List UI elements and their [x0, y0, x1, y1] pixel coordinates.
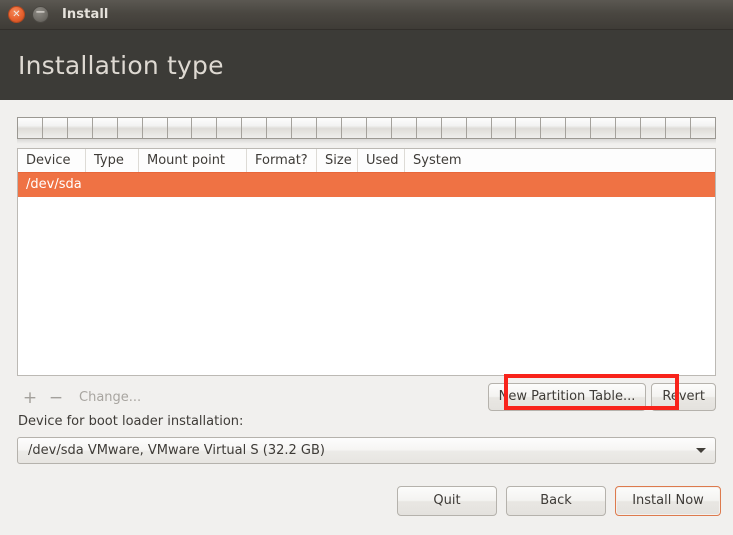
- add-partition-button[interactable]: +: [17, 382, 43, 414]
- disk-usage-segment: [641, 118, 666, 138]
- partition-table-header: Device Type Mount point Format? Size Used Syst…: [18, 148, 715, 173]
- table-row[interactable]: /dev/sda: [18, 173, 715, 197]
- revert-button[interactable]: Revert: [651, 383, 716, 411]
- disk-usage-segment: [43, 118, 68, 138]
- install-window: ✕ − Install Installation type Device Type…: [0, 0, 733, 535]
- disk-usage-segment: [217, 118, 243, 138]
- close-icon[interactable]: ✕: [8, 6, 25, 23]
- page-title: Installation type: [18, 50, 224, 80]
- disk-usage-segment: [566, 118, 592, 138]
- remove-partition-button[interactable]: −: [43, 382, 69, 414]
- disk-usage-segment: [342, 118, 367, 138]
- minimize-icon[interactable]: −: [32, 6, 49, 23]
- new-partition-table-button[interactable]: New Partition Table...: [487, 383, 647, 411]
- disk-usage-segment: [367, 118, 392, 138]
- change-partition-button[interactable]: Change...: [79, 382, 141, 414]
- disk-usage-segment: [292, 118, 318, 138]
- column-header-used[interactable]: Used: [358, 149, 405, 172]
- partition-toolbar-left: + − Change...: [17, 382, 141, 414]
- disk-usage-segment: [541, 118, 567, 138]
- partition-toolbar-right: New Partition Table... Revert: [487, 383, 716, 411]
- disk-usage-bar[interactable]: [17, 117, 716, 139]
- disk-usage-segment: [442, 118, 467, 138]
- column-header-mount[interactable]: Mount point: [139, 149, 247, 172]
- window-title: Install: [62, 7, 109, 22]
- disk-usage-segment: [267, 118, 293, 138]
- quit-button[interactable]: Quit: [397, 486, 497, 516]
- partition-table-body[interactable]: /dev/sda: [18, 173, 715, 197]
- disk-usage-segment: [492, 118, 517, 138]
- column-header-format[interactable]: Format?: [247, 149, 317, 172]
- bootloader-device-select[interactable]: /dev/sda VMware, VMware Virtual S (32.2 …: [17, 437, 716, 464]
- disk-usage-segment: [242, 118, 268, 138]
- disk-usage-segment: [417, 118, 442, 138]
- chevron-down-icon[interactable]: [687, 448, 715, 453]
- table-cell-device: /dev/sda: [26, 177, 82, 192]
- disk-usage-segment: [118, 118, 143, 138]
- disk-usage-segment: [616, 118, 642, 138]
- bootloader-device-value: /dev/sda VMware, VMware Virtual S (32.2 …: [28, 443, 325, 458]
- title-bar: ✕ − Install: [0, 0, 733, 30]
- page-header: Installation type: [0, 30, 733, 100]
- minimize-glyph: −: [35, 5, 46, 20]
- disk-usage-segment: [666, 118, 691, 138]
- disk-usage-segment: [691, 118, 715, 138]
- install-now-button[interactable]: Install Now: [615, 486, 721, 516]
- column-header-system[interactable]: System: [405, 149, 715, 172]
- disk-usage-segment: [467, 118, 492, 138]
- partition-table[interactable]: Device Type Mount point Format? Size Used Syst…: [17, 148, 716, 376]
- column-header-device[interactable]: Device: [18, 149, 86, 172]
- disk-usage-segment: [68, 118, 93, 138]
- disk-usage-segment: [591, 118, 617, 138]
- back-button[interactable]: Back: [506, 486, 606, 516]
- disk-usage-segment: [143, 118, 168, 138]
- disk-usage-segment: [516, 118, 542, 138]
- column-header-size[interactable]: Size: [317, 149, 358, 172]
- column-header-type[interactable]: Type: [86, 149, 139, 172]
- disk-usage-segment: [317, 118, 342, 138]
- disk-usage-segment: [392, 118, 417, 138]
- disk-usage-bar-shadow: [17, 139, 716, 144]
- disk-usage-segment: [93, 118, 118, 138]
- bootloader-label: Device for boot loader installation:: [18, 414, 244, 429]
- disk-usage-segment: [18, 118, 43, 138]
- partition-toolbar: + − Change... New Partition Table... Rev…: [17, 382, 716, 414]
- close-glyph: ✕: [12, 8, 21, 20]
- footer-buttons: Quit Back Install Now: [397, 486, 721, 516]
- content-area: Device Type Mount point Format? Size Used Syst…: [0, 100, 733, 535]
- disk-usage-segment: [192, 118, 218, 138]
- disk-usage-segment: [168, 118, 193, 138]
